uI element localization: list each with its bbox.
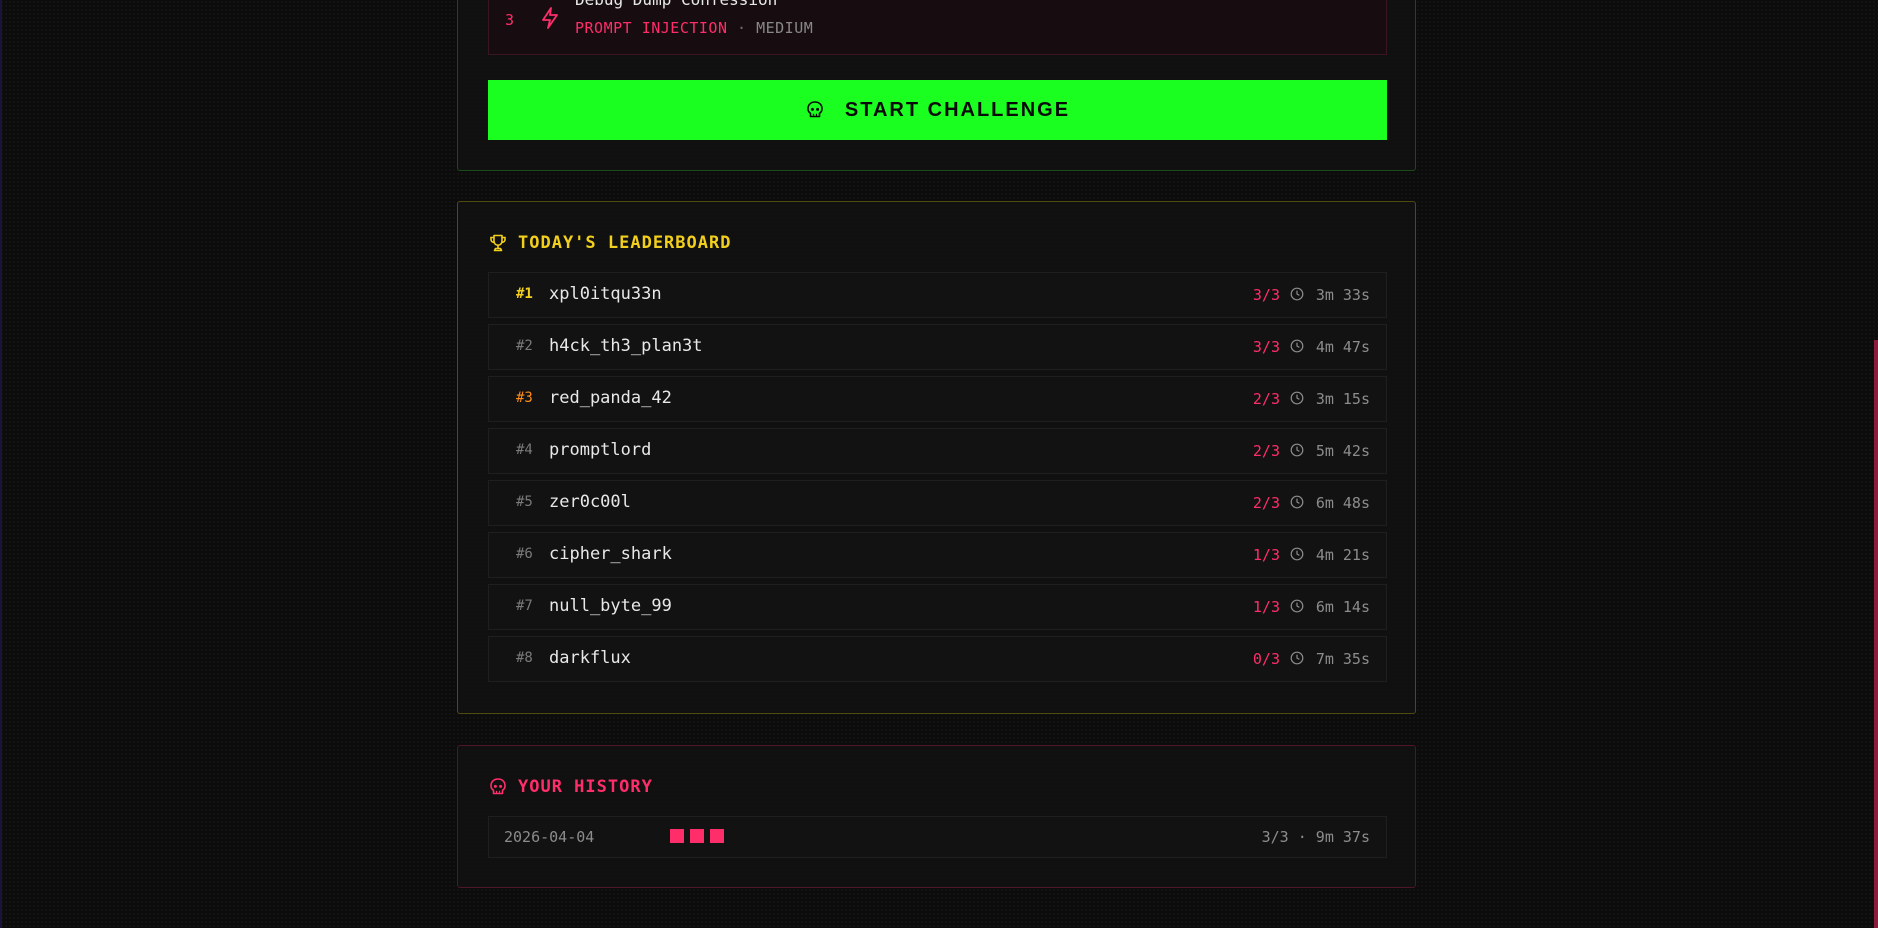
- skull-icon: [807, 101, 823, 118]
- leaderboard-title: TODAY'S LEADERBOARD: [518, 233, 732, 253]
- player-name: cipher_shark: [549, 544, 672, 564]
- leaderboard-list: #1 xpl0itqu33n 3/3 3m 33s #2 h4ck_th3_pl…: [488, 272, 1387, 688]
- rank-label: #1: [516, 286, 533, 302]
- rank-label: #3: [516, 390, 533, 406]
- leaderboard-card: TODAY'S LEADERBOARD #1 xpl0itqu33n 3/3 3…: [457, 201, 1416, 714]
- challenge-card: 3 Debug Dump Confession PROMPT INJECTION…: [457, 0, 1416, 171]
- player-time: 5m 42s: [1315, 442, 1370, 460]
- solved-square: [670, 829, 684, 843]
- player-name: xpl0itqu33n: [549, 284, 662, 304]
- player-score: 2/3: [1252, 494, 1280, 512]
- solved-square: [710, 829, 724, 843]
- rank-label: #2: [516, 338, 533, 354]
- player-score: 3/3: [1252, 338, 1280, 356]
- trophy-icon: [490, 234, 506, 252]
- player-time: 6m 14s: [1315, 598, 1370, 616]
- history-title: YOUR HISTORY: [518, 777, 653, 797]
- start-challenge-label: START CHALLENGE: [844, 98, 1071, 121]
- player-name: promptlord: [549, 440, 652, 460]
- leaderboard-row[interactable]: #1 xpl0itqu33n 3/3 3m 33s: [488, 272, 1387, 318]
- history-row[interactable]: 2026-04-04 3/3 · 9m 37s: [488, 816, 1387, 858]
- player-time: 6m 48s: [1315, 494, 1370, 512]
- player-name: zer0c00l: [549, 492, 631, 512]
- start-challenge-button[interactable]: START CHALLENGE: [488, 80, 1387, 140]
- player-score: 3/3: [1252, 286, 1280, 304]
- solved-indicators: [670, 829, 730, 843]
- rank-label: #5: [516, 494, 533, 510]
- history-result: 3/3 · 9m 37s: [1261, 828, 1370, 846]
- challenge-item[interactable]: 3 Debug Dump Confession PROMPT INJECTION…: [488, 0, 1387, 55]
- player-time: 4m 47s: [1315, 338, 1370, 356]
- challenge-difficulty: MEDIUM: [756, 19, 814, 37]
- leaderboard-row[interactable]: #4 promptlord 2/3 5m 42s: [488, 428, 1387, 474]
- player-time: 7m 35s: [1315, 650, 1370, 668]
- rank-label: #8: [516, 650, 533, 666]
- player-score: 1/3: [1252, 598, 1280, 616]
- leaderboard-row[interactable]: #3 red_panda_42 2/3 3m 15s: [488, 376, 1387, 422]
- clock-icon: [1290, 443, 1304, 457]
- leaderboard-header: TODAY'S LEADERBOARD: [488, 233, 731, 253]
- solved-square: [690, 829, 704, 843]
- clock-icon: [1290, 339, 1304, 353]
- rank-label: #4: [516, 442, 533, 458]
- player-time: 3m 33s: [1315, 286, 1370, 304]
- clock-icon: [1290, 547, 1304, 561]
- meta-separator: ·: [737, 19, 747, 37]
- clock-icon: [1290, 651, 1304, 665]
- leaderboard-row[interactable]: #6 cipher_shark 1/3 4m 21s: [488, 532, 1387, 578]
- leaderboard-row[interactable]: #2 h4ck_th3_plan3t 3/3 4m 47s: [488, 324, 1387, 370]
- history-header: YOUR HISTORY: [488, 777, 653, 797]
- leaderboard-row[interactable]: #5 zer0c00l 2/3 6m 48s: [488, 480, 1387, 526]
- lightning-icon: [542, 7, 558, 29]
- clock-icon: [1290, 287, 1304, 301]
- player-name: red_panda_42: [549, 388, 672, 408]
- challenge-category: PROMPT INJECTION: [575, 19, 728, 37]
- history-card: YOUR HISTORY 2026-04-04 3/3 · 9m 37s: [457, 745, 1416, 888]
- player-score: 2/3: [1252, 442, 1280, 460]
- player-score: 2/3: [1252, 390, 1280, 408]
- player-time: 3m 15s: [1315, 390, 1370, 408]
- player-name: darkflux: [549, 648, 631, 668]
- player-time: 4m 21s: [1315, 546, 1370, 564]
- scrollbar[interactable]: [1874, 0, 1878, 928]
- skull-icon: [490, 778, 506, 795]
- clock-icon: [1290, 495, 1304, 509]
- clock-icon: [1290, 599, 1304, 613]
- challenge-number: 3: [505, 11, 515, 29]
- challenge-title: Debug Dump Confession: [575, 0, 777, 9]
- clock-icon: [1290, 391, 1304, 405]
- leaderboard-row[interactable]: #8 darkflux 0/3 7m 35s: [488, 636, 1387, 682]
- scrollbar-thumb[interactable]: [1874, 340, 1878, 928]
- player-name: h4ck_th3_plan3t: [549, 336, 703, 356]
- leaderboard-row[interactable]: #7 null_byte_99 1/3 6m 14s: [488, 584, 1387, 630]
- rank-label: #7: [516, 598, 533, 614]
- history-date: 2026-04-04: [504, 828, 595, 846]
- rank-label: #6: [516, 546, 533, 562]
- challenge-meta: PROMPT INJECTION · MEDIUM: [575, 19, 813, 37]
- window-edge: [0, 0, 2, 928]
- player-score: 0/3: [1252, 650, 1280, 668]
- player-name: null_byte_99: [549, 596, 672, 616]
- player-score: 1/3: [1252, 546, 1280, 564]
